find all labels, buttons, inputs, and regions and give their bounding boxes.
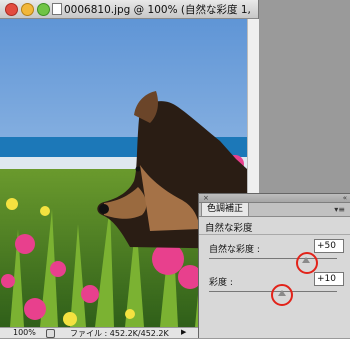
vibrance-value-field[interactable]: +50 xyxy=(314,239,344,253)
panel-menu-icon[interactable]: ▾≡ xyxy=(334,204,345,215)
document-icon xyxy=(52,3,62,15)
file-size-info: ファイル : 452.2K/452.2K xyxy=(70,329,169,338)
highlight-circle-vibrance xyxy=(296,252,318,274)
adjustments-panel: × « 色調補正 ▾≡ 自然な彩度 自然な彩度 : +50 彩度 : +10 xyxy=(198,193,350,338)
tab-adjustments[interactable]: 色調補正 xyxy=(201,203,250,216)
saturation-value-field[interactable]: +10 xyxy=(314,272,344,286)
zoom-level[interactable]: 100% xyxy=(13,328,36,337)
document-titlebar[interactable]: 0006810.jpg @ 100% (自然な彩度 1, レイ xyxy=(0,0,258,19)
close-icon[interactable] xyxy=(5,3,18,16)
document-title: 0006810.jpg @ 100% (自然な彩度 1, レイ xyxy=(64,4,256,16)
adjustment-name: 自然な彩度 xyxy=(205,223,253,234)
vibrance-slider-track[interactable] xyxy=(209,258,337,259)
saturation-label: 彩度 : xyxy=(209,278,233,288)
panel-collapse-icon[interactable]: « xyxy=(343,194,347,202)
panel-titlebar[interactable]: × « xyxy=(199,194,350,203)
minimize-icon[interactable] xyxy=(21,3,34,16)
status-menu-arrow-icon[interactable]: ▶ xyxy=(181,328,186,336)
highlight-circle-saturation xyxy=(271,284,293,306)
panel-close-icon[interactable]: × xyxy=(203,194,209,202)
zoom-icon[interactable] xyxy=(37,3,50,16)
vibrance-label: 自然な彩度 : xyxy=(209,245,260,255)
panel-divider xyxy=(199,234,350,235)
panel-tab-strip: 色調補正 ▾≡ xyxy=(199,203,350,217)
